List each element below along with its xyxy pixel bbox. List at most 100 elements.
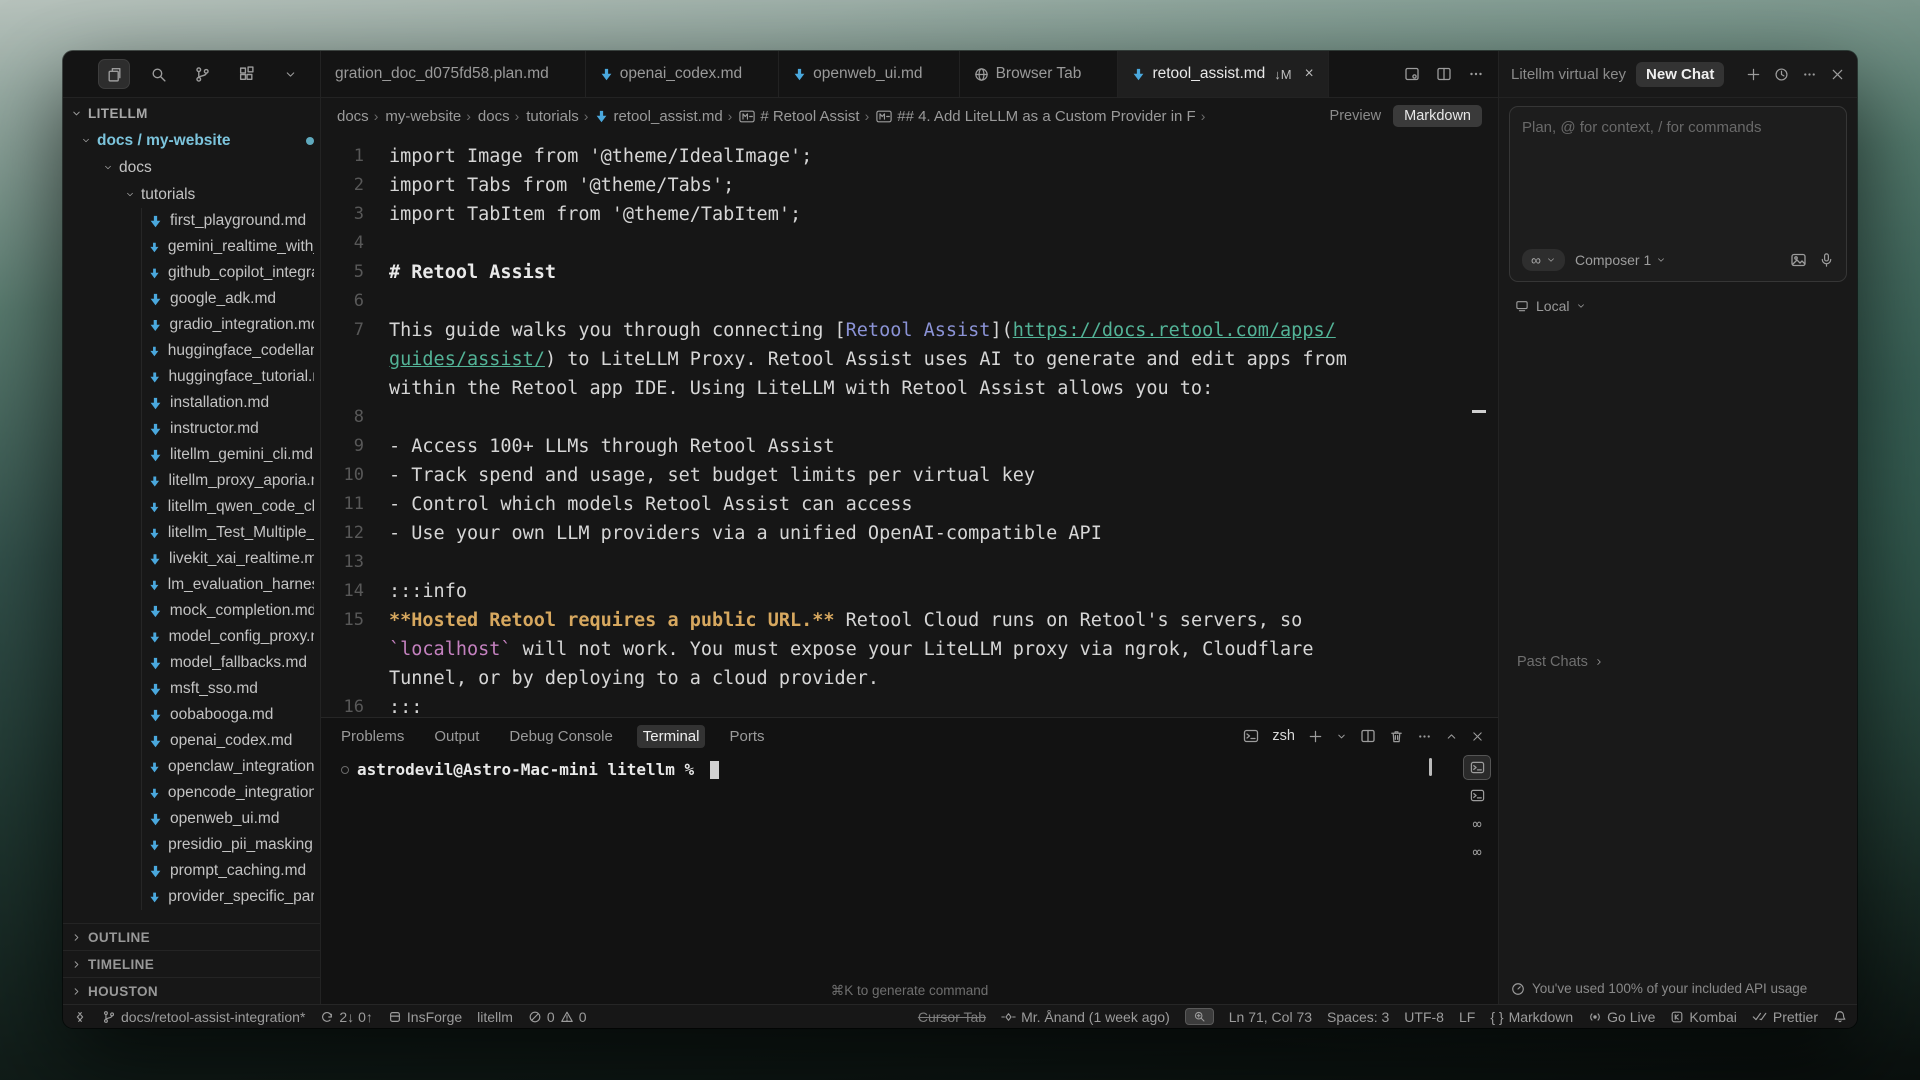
mode-selector-local[interactable]: Local [1515,298,1847,314]
file-item[interactable]: openweb_ui.md [63,806,320,832]
terminal-session-icon[interactable] [1464,756,1490,779]
attach-image-icon[interactable] [1790,252,1807,268]
file-item[interactable]: provider_specific_para... [63,884,320,910]
history-clock-icon[interactable] [1774,67,1789,82]
breadcrumb-item[interactable]: docs › [478,108,519,125]
sidebar-item-docs[interactable]: docs [63,154,320,181]
split-editor-icon[interactable] [1404,66,1420,82]
panel-tab[interactable]: Output [428,725,485,748]
editor-tab[interactable]: Browser Tab [960,51,1119,97]
past-chats-link[interactable]: Past Chats [1517,654,1604,670]
file-item[interactable]: gemini_realtime_with_a... [63,234,320,260]
file-item[interactable]: installation.md [63,390,320,416]
eol-setting[interactable]: LF [1459,1009,1475,1025]
editor-pane[interactable]: 1 import Image from '@theme/IdealImage';… [321,134,1498,717]
file-item[interactable]: huggingface_tutorial.md [63,364,320,390]
extensions-icon[interactable] [231,60,261,88]
trash-icon[interactable] [1389,729,1404,744]
breadcrumb-item[interactable]: # Retool Assist › [739,108,869,125]
split-terminal-icon[interactable] [1360,728,1376,744]
chevron-down-icon[interactable] [275,60,305,88]
chat-more-icon[interactable] [1802,67,1817,82]
language-mode[interactable]: { } Markdown [1490,1009,1573,1025]
editor-tab[interactable]: openweb_ui.md [779,51,959,97]
go-live-button[interactable]: Go Live [1588,1009,1655,1025]
terminal-scrollbar[interactable] [1429,758,1432,776]
new-chat-plus-icon[interactable] [1746,67,1761,82]
notifications-bell[interactable] [1833,1010,1847,1024]
file-item[interactable]: lm_evaluation_harness.... [63,572,320,598]
indentation-setting[interactable]: Spaces: 3 [1327,1009,1389,1025]
file-item[interactable]: huggingface_codellama... [63,338,320,364]
breadcrumb-item[interactable]: retool_assist.md › [595,108,732,125]
panel-tab[interactable]: Ports [723,725,770,748]
close-chat-icon[interactable] [1830,67,1845,82]
sidebar-item-tutorials[interactable]: tutorials [63,181,320,208]
problems-indicator[interactable]: 0 0 [528,1009,587,1025]
file-item[interactable]: opencode_integration.md [63,780,320,806]
chat-tab-litellm-virtual-key[interactable]: Litellm virtual key [1511,66,1626,83]
git-branch-indicator[interactable]: docs/retool-assist-integration* [102,1009,305,1025]
file-item[interactable]: openai_codex.md [63,728,320,754]
close-panel-icon[interactable] [1471,730,1484,743]
editor-tab[interactable]: retool_assist.md ↓M × [1118,51,1328,97]
markdown-mode-button[interactable]: Markdown [1393,105,1482,127]
breadcrumb-item[interactable]: docs › [337,108,378,125]
chat-input-box[interactable]: Plan, @ for context, / for commands ∞ Co… [1509,106,1847,282]
composer-selector[interactable]: Composer 1 [1575,252,1666,268]
file-item[interactable]: livekit_xai_realtime.md [63,546,320,572]
file-item[interactable]: litellm_Test_Multiple_Pr... [63,520,320,546]
file-item[interactable]: model_config_proxy.md [63,624,320,650]
file-item[interactable]: msft_sso.md [63,676,320,702]
file-item[interactable]: litellm_proxy_aporia.md [63,468,320,494]
editor-tab[interactable]: openai_codex.md [586,51,779,97]
preview-button[interactable]: Preview [1330,108,1382,124]
new-terminal-icon[interactable] [1308,729,1323,744]
cursor-tab-indicator[interactable]: Cursor Tab [918,1009,986,1025]
sidebar-section[interactable]: TIMELINE [63,950,320,977]
editor-tab[interactable]: gration_doc_d075fd58.plan.md [321,51,586,97]
breadcrumb-item[interactable]: ## 4. Add LiteLLM as a Custom Provider i… [876,108,1205,125]
file-item[interactable]: litellm_qwen_code_cli.md [63,494,320,520]
terminal-session-icon[interactable] [1464,784,1490,807]
git-blame-indicator[interactable]: Mr. Ånand (1 week ago) [1001,1009,1170,1025]
cursor-position[interactable]: Ln 71, Col 73 [1229,1009,1312,1025]
sidebar-item-root-folder[interactable]: docs / my-website [63,127,320,154]
file-item[interactable]: google_adk.md [63,286,320,312]
file-item[interactable]: litellm_gemini_cli.md [63,442,320,468]
terminal-dropdown-icon[interactable] [1336,731,1347,742]
maximize-panel-icon[interactable] [1445,730,1458,743]
file-item[interactable]: openclaw_integration.md [63,754,320,780]
project-name[interactable]: litellm [477,1009,513,1025]
source-control-icon[interactable] [187,60,217,88]
prettier-extension[interactable]: Prettier [1752,1009,1818,1025]
microphone-icon[interactable] [1819,252,1834,268]
panel-tab[interactable]: Debug Console [503,725,618,748]
insforge-extension[interactable]: InsForge [388,1009,462,1025]
terminal-content[interactable]: astrodevil@Astro-Mac-mini litellm % ∞ ∞ [321,754,1498,980]
chat-tab-new-chat[interactable]: New Chat [1636,62,1724,87]
file-item[interactable]: prompt_caching.md [63,858,320,884]
sidebar-section[interactable]: HOUSTON [63,977,320,1004]
panel-tab[interactable]: Problems [335,725,410,748]
file-item[interactable]: first_playground.md [63,208,320,234]
infinity-icon[interactable]: ∞ [1464,812,1490,835]
breadcrumb-item[interactable]: tutorials › [526,108,588,125]
layout-columns-icon[interactable] [1436,66,1452,82]
explorer-icon[interactable] [99,60,129,88]
more-actions-icon[interactable] [1468,66,1484,82]
file-item[interactable]: model_fallbacks.md [63,650,320,676]
panel-more-icon[interactable] [1417,729,1432,744]
breadcrumb-item[interactable]: my-website › [385,108,471,125]
file-item[interactable]: instructor.md [63,416,320,442]
workspace-header[interactable]: LITELLM [63,98,320,127]
file-item[interactable]: presidio_pii_masking.md [63,832,320,858]
zoom-indicator[interactable] [1185,1008,1214,1025]
kombai-extension[interactable]: Kombai [1670,1009,1736,1025]
file-item[interactable]: oobabooga.md [63,702,320,728]
file-item[interactable]: gradio_integration.md [63,312,320,338]
panel-tab[interactable]: Terminal [637,725,706,748]
remote-indicator[interactable] [73,1010,87,1024]
encoding-setting[interactable]: UTF-8 [1404,1009,1444,1025]
git-sync-indicator[interactable]: 2↓ 0↑ [320,1009,372,1025]
